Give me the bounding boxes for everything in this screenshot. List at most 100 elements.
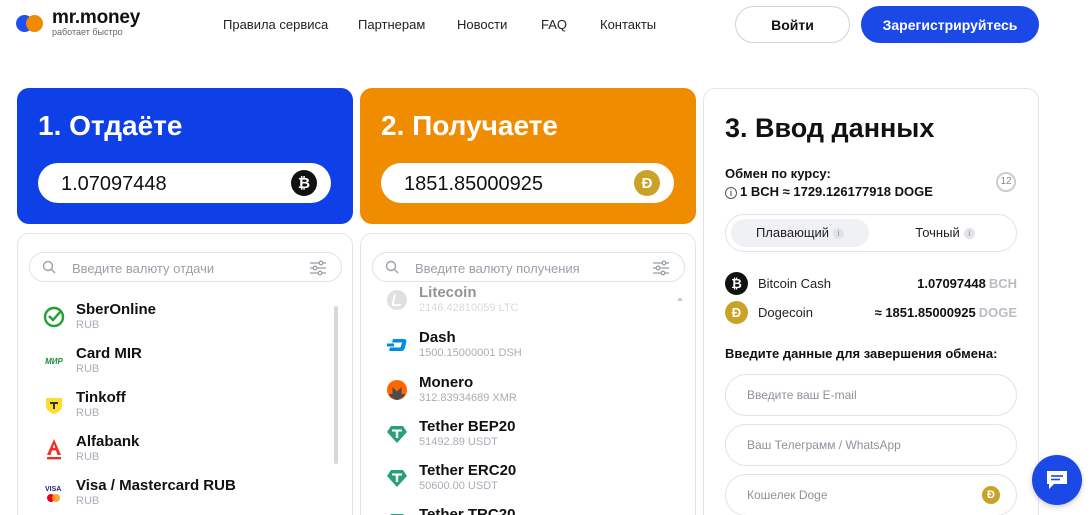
receive-currency-code: DOGE [978, 305, 1017, 320]
receive-amount: ≈ 1851.85000925 DOGE [875, 305, 1017, 320]
dash-icon [385, 333, 409, 357]
info-icon[interactable]: i [963, 228, 975, 239]
list-item-name: Tether TRC20 [419, 506, 516, 515]
list-item-sub: RUB [76, 407, 100, 419]
email-input[interactable] [727, 376, 977, 414]
mode-fixed-option[interactable]: Точный i [876, 219, 1014, 247]
bitcoin-icon: ₿ [291, 170, 317, 196]
receive-currency-name: Dogecoin [758, 305, 813, 320]
search-icon [385, 260, 399, 274]
get-amount-field[interactable]: 1851.85000925 Ð [381, 163, 674, 203]
info-icon[interactable]: i [833, 228, 845, 239]
form-label: Введите данные для завершения обмена: [725, 346, 998, 361]
mir-icon: МИР [45, 356, 63, 366]
logo[interactable]: mr.money работает быстро [16, 8, 140, 37]
mode-fixed-label: Точный [915, 225, 960, 240]
litecoin-icon [385, 288, 409, 312]
send-amount-value: 1.07097448 [917, 276, 986, 291]
list-item-name: Tinkoff [76, 389, 126, 406]
mode-floating-label: Плавающий [755, 225, 830, 240]
page: mr.money работает быстро Правила сервиса… [0, 0, 1090, 515]
give-currency-list: Введите валюту отдачи SberOnline RUB МИР… [17, 233, 353, 515]
rate-value: 1 BCH ≈ 1729.126177918 DOGE [740, 184, 933, 199]
list-item-name: Litecoin [419, 284, 477, 301]
logo-tagline: работает быстро [52, 27, 123, 37]
sber-icon [42, 305, 66, 329]
rate-timer: 12 [996, 172, 1016, 192]
get-currency-list: Введите валюту получения Litecoin 2146.4… [360, 233, 696, 515]
give-title: 1. Отдаёте [38, 110, 183, 141]
list-item-name: SberOnline [76, 301, 157, 318]
chat-button[interactable] [1032, 455, 1082, 505]
list-item-sub: RUB [76, 319, 100, 331]
dogecoin-icon: Ð [725, 301, 748, 324]
list-item-name: Visa / Mastercard RUB [76, 477, 236, 494]
rate-value-row: i1 BCH ≈ 1729.126177918 DOGE [725, 184, 933, 199]
search-icon [42, 260, 56, 274]
mode-floating-option[interactable]: Плавающий i [731, 219, 869, 247]
tether-icon [385, 422, 409, 446]
list-item-name: Dash [419, 329, 456, 346]
nav-partners[interactable]: Партнерам [358, 17, 425, 32]
email-field[interactable] [725, 374, 1017, 416]
nav-news[interactable]: Новости [457, 17, 507, 32]
give-list-scrollbar[interactable] [334, 306, 338, 464]
details-title: 3. Ввод данных [725, 113, 935, 143]
get-amount-value: 1851.85000925 [404, 173, 544, 195]
logo-name: mr.money [52, 7, 141, 28]
filter-icon[interactable] [309, 260, 327, 276]
rate-mode-toggle: Плавающий i Точный i [725, 214, 1017, 252]
dogecoin-icon: Ð [634, 170, 660, 196]
tether-icon [385, 466, 409, 490]
details-panel: 3. Ввод данных Обмен по курсу: i1 BCH ≈ … [703, 88, 1039, 515]
scroll-up-arrow-icon[interactable] [677, 297, 683, 301]
tinkoff-icon [42, 393, 66, 417]
get-title: 2. Получаете [381, 110, 558, 141]
list-item-name: Tether BEP20 [419, 418, 516, 435]
wallet-field[interactable]: Ð [725, 474, 1017, 515]
wallet-input[interactable] [727, 476, 977, 514]
list-item-sub: 312.83934689 XMR [419, 392, 517, 404]
bitcoin-icon: ₿ [725, 272, 748, 295]
list-item-sub: 50600.00 USDT [419, 480, 498, 492]
send-currency-name: Bitcoin Cash [758, 276, 831, 291]
logo-mark-icon [16, 12, 46, 34]
alfabank-icon [42, 437, 66, 461]
register-button[interactable]: Зарегистрируйтесь [861, 6, 1039, 43]
nav-rules[interactable]: Правила сервиса [223, 17, 328, 32]
get-search-input[interactable]: Введите валюту получения [372, 252, 685, 282]
info-icon[interactable]: i [725, 187, 737, 199]
list-item-sub: 51492.89 USDT [419, 436, 498, 448]
list-item-name: Monero [419, 374, 474, 391]
svg-text:VISA: VISA [45, 486, 61, 493]
get-card: 2. Получаете 1851.85000925 Ð [360, 88, 696, 224]
receive-currency-row: Ð Dogecoin ≈ 1851.85000925 DOGE [725, 301, 1017, 325]
list-item-sub: RUB [76, 495, 100, 507]
give-search-input[interactable]: Введите валюту отдачи [29, 252, 342, 282]
visa-mastercard-icon: VISA [42, 481, 66, 505]
messenger-field[interactable] [725, 424, 1017, 466]
nav-contacts[interactable]: Контакты [600, 17, 656, 32]
messenger-input[interactable] [727, 426, 977, 464]
login-button[interactable]: Войти [735, 6, 850, 43]
list-item-name: Alfabank [76, 433, 140, 450]
filter-icon[interactable] [652, 260, 670, 276]
nav-faq[interactable]: FAQ [541, 17, 567, 32]
tether-icon [385, 510, 409, 515]
header: mr.money работает быстро Правила сервиса… [0, 0, 1090, 50]
receive-amount-value: ≈ 1851.85000925 [874, 305, 976, 320]
give-amount-value: 1.07097448 [61, 173, 167, 195]
send-currency-row: ₿ Bitcoin Cash 1.07097448 BCH [725, 272, 1017, 296]
dogecoin-icon: Ð [982, 486, 1000, 504]
list-item-name: Card MIR [76, 345, 142, 362]
send-currency-code: BCH [988, 276, 1017, 291]
list-item-sub: RUB [76, 451, 100, 463]
list-item-sub: RUB [76, 363, 100, 375]
list-item-sub: 1500.15000001 DSH [419, 347, 522, 359]
give-card: 1. Отдаёте 1.07097448 ₿ [17, 88, 353, 224]
give-search-placeholder: Введите валюту отдачи [72, 261, 215, 276]
give-amount-field[interactable]: 1.07097448 ₿ [38, 163, 331, 203]
get-search-placeholder: Введите валюту получения [415, 261, 580, 276]
rate-label: Обмен по курсу: [725, 166, 831, 181]
send-amount: 1.07097448 BCH [917, 276, 1017, 291]
